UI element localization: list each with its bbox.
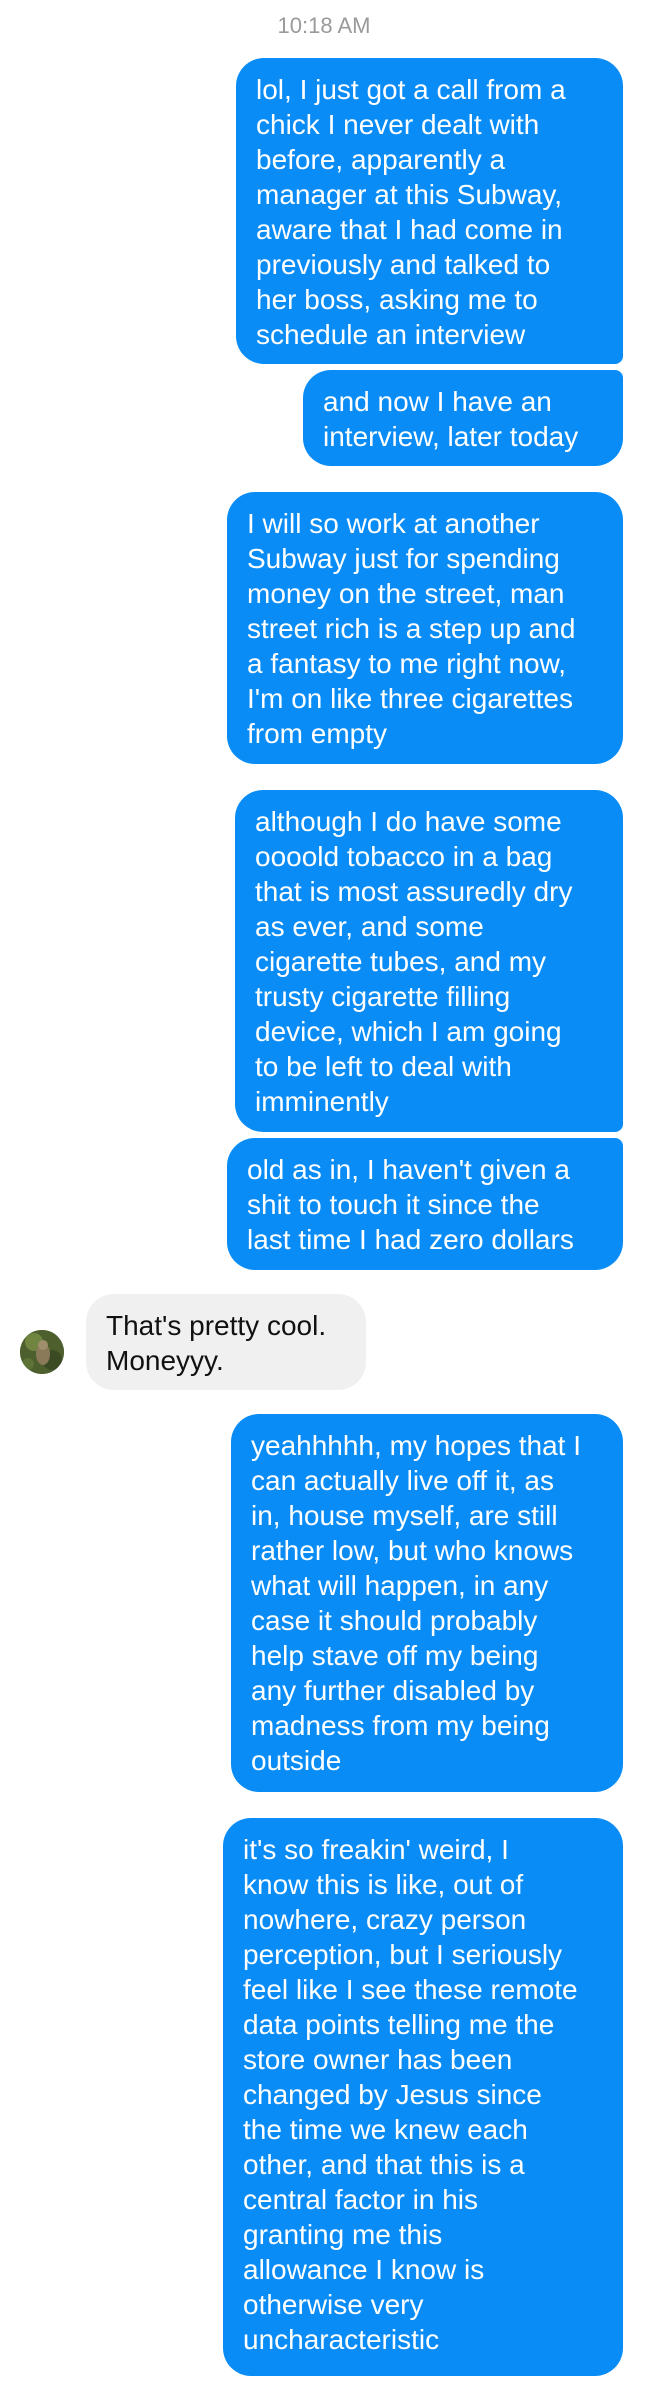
message-bubble-outgoing[interactable]: yeahhhhh, my hopes that I can actually l… [231, 1414, 623, 1792]
message-bubble-outgoing[interactable]: it's so freakin' weird, I know this is l… [223, 1818, 623, 2376]
message-bubble-outgoing[interactable]: I will so work at another Subway just fo… [227, 492, 623, 764]
message-bubble-outgoing[interactable]: old as in, I haven't given a shit to tou… [227, 1138, 623, 1270]
message-bubble-outgoing[interactable]: although I do have some oooold tobacco i… [235, 790, 623, 1132]
message-bubble-outgoing[interactable]: lol, I just got a call from a chick I ne… [236, 58, 623, 364]
contact-avatar[interactable] [20, 1330, 64, 1374]
avatar-image [20, 1330, 64, 1374]
message-bubble-outgoing[interactable]: and now I have an interview, later today [303, 370, 623, 466]
message-timestamp: 10:18 AM [277, 13, 371, 38]
message-bubble-incoming[interactable]: That's pretty cool. Moneyyy. [86, 1294, 366, 1390]
